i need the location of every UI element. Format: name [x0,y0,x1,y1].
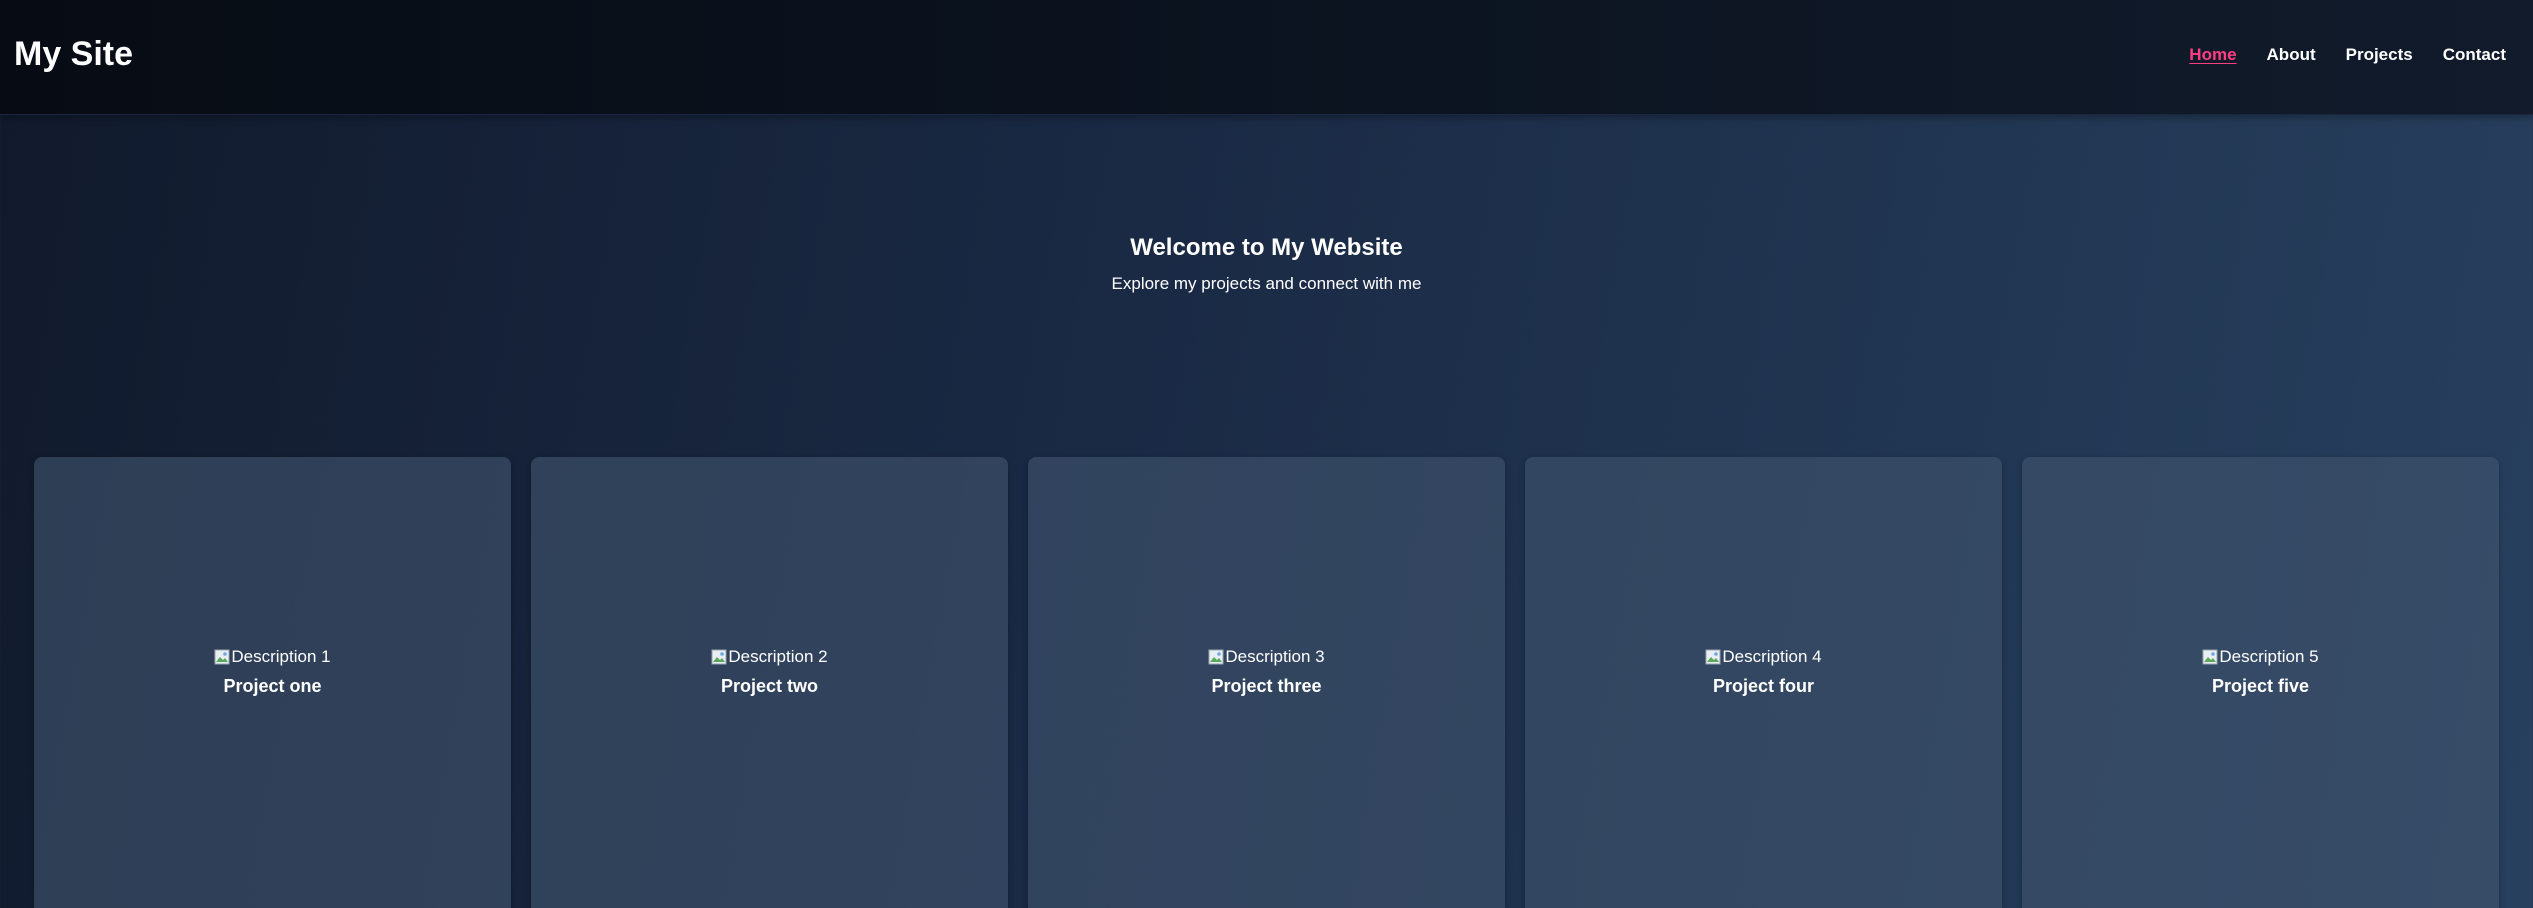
project-title: Project two [720,676,818,696]
project-card-3[interactable]: Description 3 Project three [1028,457,1505,908]
project-card-2[interactable]: Description 2 Project two [531,457,1008,908]
main-nav: Home About Projects Contact [2189,44,2506,66]
image-alt-text: Description 2 [728,647,828,666]
broken-image-icon [2202,649,2218,665]
broken-image-icon [1208,649,1224,665]
image-alt-text: Description 4 [1722,647,1822,666]
project-title: Project one [223,676,322,696]
hero-subtitle: Explore my projects and connect with me [1111,274,1422,293]
site-header: My Site Home About Projects Contact [0,0,2533,115]
project-image: Description 5 [2202,646,2319,668]
project-image: Description 2 [711,646,828,668]
nav-link-about[interactable]: About [2267,44,2316,66]
image-alt-text: Description 1 [231,647,331,666]
project-image: Description 4 [1705,646,1822,668]
project-card-1[interactable]: Description 1 Project one [34,457,511,908]
project-title: Project four [1712,676,1814,696]
site-logo[interactable]: My Site [14,33,133,75]
hero-title: Welcome to My Website [1130,234,1403,261]
project-title: Project five [2211,676,2310,696]
nav-link-projects[interactable]: Projects [2346,44,2413,66]
broken-image-icon [711,649,727,665]
projects-grid: Description 1 Project one Description 2 … [34,457,2499,908]
broken-image-icon [1705,649,1721,665]
image-alt-text: Description 5 [2219,647,2319,666]
nav-link-contact[interactable]: Contact [2443,44,2506,66]
broken-image-icon [214,649,230,665]
hero-section: Welcome to My Website Explore my project… [0,230,2533,296]
project-title: Project three [1211,676,1322,696]
project-card-5[interactable]: Description 5 Project five [2022,457,2499,908]
image-alt-text: Description 3 [1225,647,1325,666]
project-image: Description 3 [1208,646,1325,668]
nav-link-home[interactable]: Home [2189,44,2236,66]
project-image: Description 1 [214,646,331,668]
project-card-4[interactable]: Description 4 Project four [1525,457,2002,908]
